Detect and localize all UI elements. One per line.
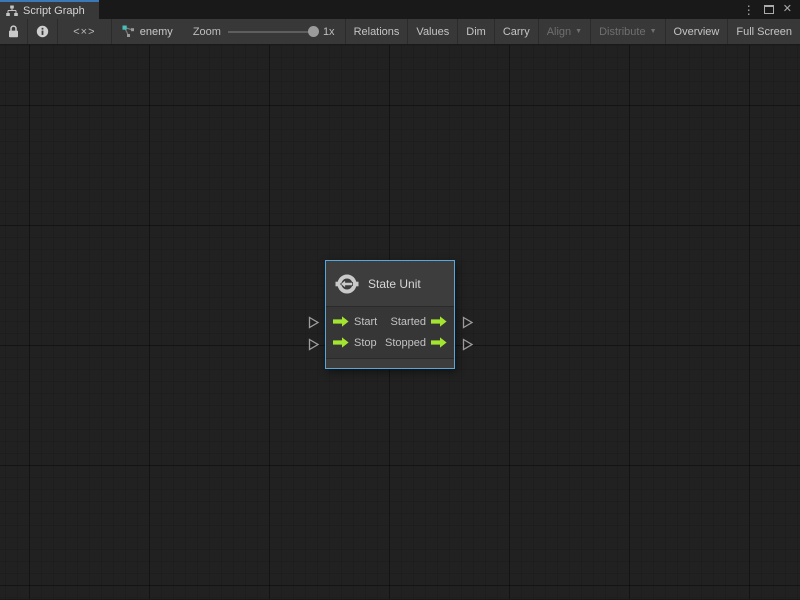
graph-icon: [122, 25, 135, 38]
script-graph-icon: [6, 5, 18, 17]
input-arrow-icon[interactable]: [333, 337, 349, 348]
zoom-slider[interactable]: [227, 25, 319, 37]
lock-button[interactable]: [0, 19, 28, 44]
graph-toolbar: <×> enemy Zoom 1x Relations Values Dim C…: [0, 19, 800, 45]
node-footer: [326, 358, 454, 368]
node-ports: Start Started Stop Stopped: [326, 307, 454, 358]
code-view-toggle[interactable]: <×>: [58, 19, 112, 44]
port-label-started: Started: [390, 315, 426, 328]
window-controls: ⋮ ✕: [743, 0, 800, 19]
close-icon[interactable]: ✕: [783, 4, 792, 15]
port-row: Stop Stopped: [326, 332, 454, 353]
lock-icon: [8, 25, 19, 38]
fullscreen-label: Full Screen: [736, 25, 792, 38]
output-arrow-icon[interactable]: [431, 316, 447, 327]
port-label-stopped: Stopped: [385, 336, 426, 349]
chevron-down-icon: ▼: [575, 28, 583, 35]
node-title: State Unit: [368, 276, 421, 291]
relations-button[interactable]: Relations: [344, 19, 408, 44]
carry-label: Carry: [502, 25, 530, 38]
zoom-slider-knob[interactable]: [307, 25, 319, 37]
info-button[interactable]: [28, 19, 58, 44]
zoom-label: Zoom: [192, 25, 221, 38]
overview-button[interactable]: Overview: [664, 19, 728, 44]
panel-menu-icon[interactable]: ⋮: [743, 4, 755, 16]
port-row: Start Started: [326, 311, 454, 332]
state-unit-icon: [335, 273, 359, 295]
node-header[interactable]: State Unit: [326, 261, 454, 307]
values-button[interactable]: Values: [407, 19, 457, 44]
tab-label: Script Graph: [23, 4, 85, 17]
info-icon: [36, 25, 49, 38]
output-arrow-icon[interactable]: [431, 337, 447, 348]
graph-name-label: enemy: [139, 25, 173, 38]
output-port-triangle[interactable]: [462, 338, 474, 351]
port-label-start: Start: [354, 315, 378, 328]
overview-label: Overview: [673, 25, 720, 38]
tab-bar: Script Graph ⋮ ✕: [0, 0, 800, 19]
align-label: Align: [546, 25, 572, 38]
input-arrow-icon[interactable]: [333, 316, 349, 327]
port-label-stop: Stop: [354, 336, 377, 349]
values-label: Values: [416, 25, 450, 38]
graph-canvas[interactable]: State Unit Start Started Stop Stopped: [0, 45, 800, 599]
distribute-button[interactable]: Distribute ▼: [590, 19, 664, 44]
maximize-icon[interactable]: [763, 5, 774, 14]
tab-script-graph[interactable]: Script Graph: [0, 0, 99, 19]
dim-label: Dim: [466, 25, 486, 38]
carry-button[interactable]: Carry: [493, 19, 538, 44]
dim-button[interactable]: Dim: [457, 19, 494, 44]
input-port-triangle[interactable]: [308, 338, 320, 351]
input-port-triangle[interactable]: [308, 316, 320, 329]
output-port-triangle[interactable]: [462, 316, 474, 329]
chevron-down-icon: ▼: [649, 28, 657, 35]
distribute-label: Distribute: [599, 25, 646, 38]
zoom-value: 1x: [322, 25, 335, 38]
relations-label: Relations: [353, 25, 400, 38]
fullscreen-button[interactable]: Full Screen: [727, 19, 800, 44]
state-unit-node[interactable]: State Unit Start Started Stop Stopped: [325, 260, 455, 369]
zoom-control: Zoom 1x: [183, 19, 345, 44]
graph-reference[interactable]: enemy: [112, 19, 183, 44]
align-button[interactable]: Align ▼: [537, 19, 590, 44]
